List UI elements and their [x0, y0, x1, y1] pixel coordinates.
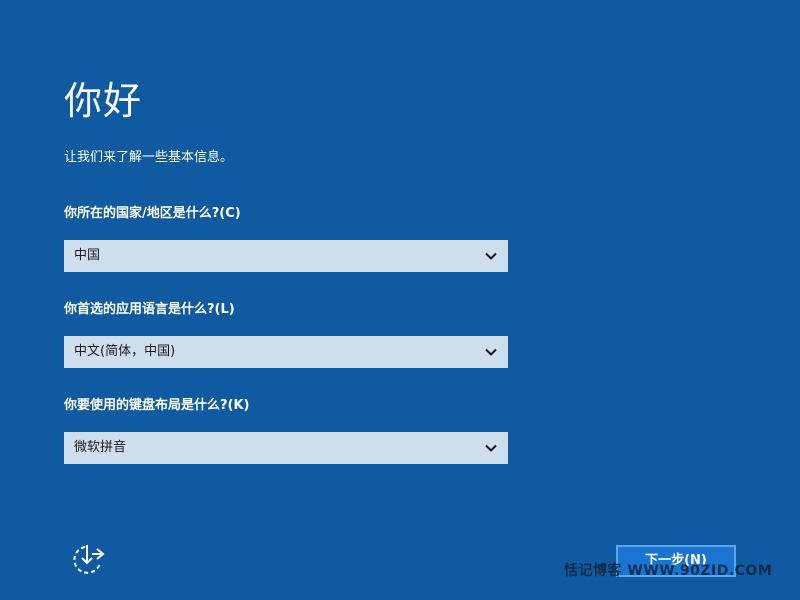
chevron-down-icon — [485, 252, 497, 260]
country-region-select[interactable]: 中国 — [64, 240, 508, 272]
page-title: 你好 — [64, 79, 143, 123]
country-region-value: 中国 — [74, 248, 101, 263]
country-region-label: 你所在的国家/地区是什么?(C) — [64, 206, 241, 221]
keyboard-layout-value: 微软拼音 — [74, 440, 127, 455]
chevron-down-icon — [485, 348, 497, 356]
app-language-label: 你首选的应用语言是什么?(L) — [64, 302, 235, 317]
app-language-select[interactable]: 中文(简体，中国) — [64, 336, 508, 368]
keyboard-layout-label: 你要使用的键盘布局是什么?(K) — [64, 398, 250, 413]
watermark-text: 恬记博客 WWW.90ZID.COM — [564, 563, 773, 579]
app-language-value: 中文(简体，中国) — [74, 344, 176, 359]
ease-of-access-icon[interactable] — [70, 543, 106, 577]
keyboard-layout-select[interactable]: 微软拼音 — [64, 432, 508, 464]
page-subtitle: 让我们来了解一些基本信息。 — [64, 150, 234, 165]
chevron-down-icon — [485, 444, 497, 452]
